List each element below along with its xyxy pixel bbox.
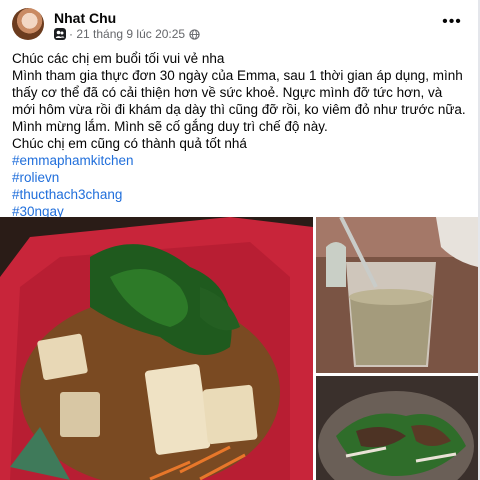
hashtag-link[interactable]: #thucthach3chang [12,186,468,203]
post-content: Chúc các chị em buổi tối vui vẻ nha Mình… [12,50,468,220]
group-audience-icon [54,28,66,40]
post-timestamp[interactable]: 21 tháng 9 lúc 20:25 [76,27,185,41]
post-text-line: Mình tham gia thực đơn 30 ngày của Emma,… [12,68,466,134]
photo-grid [0,217,478,480]
photo-drink[interactable] [316,217,478,373]
facebook-post: Nhat Chu · 21 tháng 9 lúc 20:25 ••• Chúc… [0,0,480,480]
post-meta: · 21 tháng 9 lúc 20:25 [54,27,200,41]
photo-main[interactable] [0,217,313,480]
hashtag-link[interactable]: #emmaphamkitchen [12,152,468,169]
more-options-icon[interactable]: ••• [438,12,466,36]
post-separator: · [69,27,77,41]
globe-icon [189,28,200,40]
author-name[interactable]: Nhat Chu [54,10,116,26]
hashtag-link[interactable]: #rolievn [12,169,468,186]
photo-salad[interactable] [316,376,478,480]
avatar[interactable] [12,8,44,40]
post-header: Nhat Chu · 21 tháng 9 lúc 20:25 ••• [12,8,468,41]
post-text-line: Chúc các chị em buổi tối vui vẻ nha [12,51,225,66]
post-text-line: Chúc chị em cũng có thành quả tốt nhá [12,136,247,151]
